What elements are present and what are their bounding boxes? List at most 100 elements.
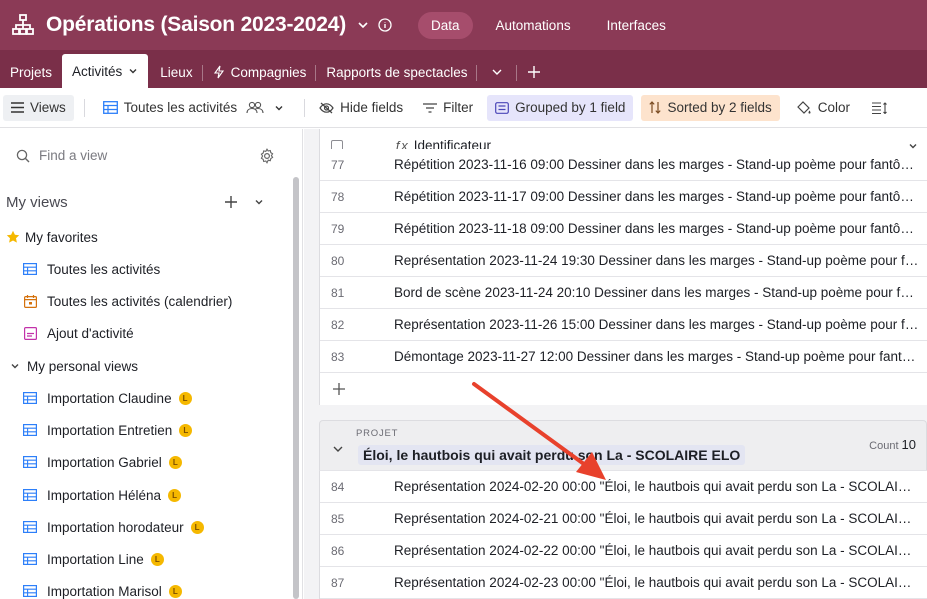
my-favorites-section[interactable]: My favorites <box>6 223 296 251</box>
group-header[interactable]: PROJET Éloi, le hautbois qui avait perdu… <box>319 420 927 470</box>
plus-icon <box>528 66 541 78</box>
chevron-down-icon[interactable] <box>357 19 369 31</box>
row-identificateur[interactable]: Répétition 2023-11-17 09:00 Dessiner dan… <box>394 189 919 204</box>
view-item[interactable]: Ajout d'activité <box>23 319 313 347</box>
row-identificateur[interactable]: Représentation 2024-02-23 00:00 "Éloi, l… <box>394 575 919 590</box>
calendar-icon <box>23 294 37 308</box>
row-number: 81 <box>331 285 345 300</box>
grid-icon <box>23 455 37 469</box>
nav-interfaces[interactable]: Interfaces <box>594 12 679 39</box>
color-button[interactable]: Color <box>788 95 858 121</box>
grid-icon <box>23 262 37 276</box>
grid-icon <box>102 101 118 114</box>
add-view-icon[interactable] <box>224 195 238 209</box>
nav-automations[interactable]: Automations <box>483 12 584 39</box>
view-item[interactable]: Toutes les activités <box>23 255 313 283</box>
view-item[interactable]: Importation Gabriel L <box>23 448 313 476</box>
chevron-down-icon[interactable] <box>332 443 344 455</box>
tab-lieux[interactable]: Lieux <box>150 56 203 88</box>
base-title[interactable]: Opérations (Saison 2023-2024) <box>46 13 346 37</box>
row-number: 87 <box>331 575 345 590</box>
row-identificateur[interactable]: Représentation 2024-02-22 00:00 "Éloi, l… <box>394 543 919 558</box>
view-item-label: Importation Gabriel <box>47 454 162 470</box>
table-row[interactable]: 78 Répétition 2023-11-17 09:00 Dessiner d… <box>320 181 927 213</box>
table-row[interactable]: 81 Bord de scène 2023-11-24 20:10 Dessine… <box>320 277 927 309</box>
my-views-heading: My views <box>6 194 68 211</box>
table-row[interactable]: 86 Représentation 2024-02-22 00:00 "Éloi,… <box>320 535 927 567</box>
search-placeholder: Find a view <box>39 148 108 163</box>
grid-icon <box>23 423 37 437</box>
gear-icon[interactable] <box>259 148 275 164</box>
find-view-search[interactable]: Find a view <box>16 148 107 163</box>
tab-activites[interactable]: Activités <box>62 54 149 88</box>
grouped-label: Grouped by 1 field <box>515 100 626 115</box>
group-button[interactable]: Grouped by 1 field <box>487 94 634 121</box>
sort-button[interactable]: Sorted by 2 fields <box>641 94 780 121</box>
add-record-button[interactable] <box>320 373 927 405</box>
hide-fields-button[interactable]: Hide fields <box>311 95 411 121</box>
row-height-button[interactable] <box>864 95 901 121</box>
row-identificateur[interactable]: Représentation 2023-11-24 19:30 Dessiner… <box>394 253 919 268</box>
view-item-label: Toutes les activités <box>47 261 161 277</box>
chevron-down-icon[interactable] <box>128 66 138 76</box>
grid-area: ƒx Identificateur 77 Répétition 2023-11-1… <box>304 129 927 599</box>
views-sidebar: Find a view My views My favorites Toutes… <box>0 129 303 599</box>
grid-icon <box>23 552 37 566</box>
chevron-down-icon <box>492 69 502 75</box>
hide-fields-label: Hide fields <box>340 100 404 115</box>
row-identificateur[interactable]: Répétition 2023-11-16 09:00 Dessiner dan… <box>394 157 919 172</box>
grid-icon <box>23 584 37 598</box>
current-view-label: Toutes les activités <box>123 100 238 115</box>
add-table-button[interactable] <box>517 56 551 88</box>
more-tables-button[interactable] <box>477 56 518 88</box>
view-item[interactable]: Importation horodateur L <box>23 513 313 541</box>
table-row[interactable]: 83 Démontage 2023-11-27 12:00 Dessiner da… <box>320 341 927 373</box>
view-item[interactable]: Importation Entretien L <box>23 416 313 444</box>
nav-data[interactable]: Data <box>418 11 473 39</box>
records-group-eloi: 84 Représentation 2024-02-20 00:00 "Éloi,… <box>319 470 927 599</box>
table-row[interactable]: 84 Représentation 2024-02-20 00:00 "Éloi,… <box>320 471 927 503</box>
tab-compagnies[interactable]: Compagnies <box>203 56 317 88</box>
chevron-down-icon[interactable] <box>254 197 264 207</box>
current-view-button[interactable]: Toutes les activités <box>95 95 298 121</box>
filter-icon <box>423 102 438 113</box>
row-identificateur[interactable]: Bord de scène 2023-11-24 20:10 Dessiner … <box>394 285 919 300</box>
toolbar-divider <box>304 98 306 117</box>
tab-rapports[interactable]: Rapports de spectacles <box>316 56 478 88</box>
group-field-label: PROJET <box>356 428 399 439</box>
eye-slash-icon <box>319 102 334 113</box>
info-icon[interactable] <box>378 18 392 32</box>
row-identificateur[interactable]: Démontage 2023-11-27 12:00 Dessiner dans… <box>394 349 919 364</box>
my-personal-views-section[interactable]: My personal views <box>8 352 298 380</box>
row-number: 79 <box>331 221 345 236</box>
user-badge: L <box>190 520 204 534</box>
view-toolbar: Views Toutes les activités Hide fields F… <box>0 88 927 128</box>
my-personal-views-label: My personal views <box>27 358 139 374</box>
table-row[interactable]: 80 Représentation 2023-11-24 19:30 Dessin… <box>320 245 927 277</box>
sidebar-scrollbar[interactable] <box>293 177 299 599</box>
group-icon <box>495 101 510 114</box>
base-hierarchy-icon[interactable] <box>11 13 35 37</box>
view-item[interactable]: Importation Marisol L <box>23 577 313 599</box>
view-item[interactable]: Toutes les activités (calendrier) <box>23 287 313 315</box>
my-favorites-label: My favorites <box>25 229 98 245</box>
sorted-label: Sorted by 2 fields <box>667 100 772 115</box>
grid-icon <box>23 520 37 534</box>
filter-button[interactable]: Filter <box>415 95 481 121</box>
view-item[interactable]: Importation Héléna L <box>23 481 313 509</box>
table-row[interactable]: 87 Représentation 2024-02-23 00:00 "Éloi,… <box>320 567 927 599</box>
views-button[interactable]: Views <box>3 94 74 121</box>
table-row[interactable]: 77 Répétition 2023-11-16 09:00 Dessiner d… <box>320 149 927 181</box>
table-row[interactable]: 85 Représentation 2024-02-21 00:00 "Éloi,… <box>320 503 927 535</box>
table-row[interactable]: 79 Répétition 2023-11-18 09:00 Dessiner d… <box>320 213 927 245</box>
row-number: 77 <box>331 157 345 172</box>
row-identificateur[interactable]: Représentation 2024-02-20 00:00 "Éloi, l… <box>394 479 919 494</box>
row-identificateur[interactable]: Représentation 2023-11-26 15:00 Dessiner… <box>394 317 919 332</box>
table-row[interactable]: 82 Représentation 2023-11-26 15:00 Dessin… <box>320 309 927 341</box>
view-item[interactable]: Importation Claudine L <box>23 384 313 412</box>
row-identificateur[interactable]: Représentation 2024-02-21 00:00 "Éloi, l… <box>394 511 919 526</box>
row-identificateur[interactable]: Répétition 2023-11-18 09:00 Dessiner dan… <box>394 221 919 236</box>
view-item[interactable]: Importation Line L <box>23 545 313 573</box>
bolt-icon <box>213 65 224 79</box>
tab-projets[interactable]: Projets <box>0 56 62 88</box>
